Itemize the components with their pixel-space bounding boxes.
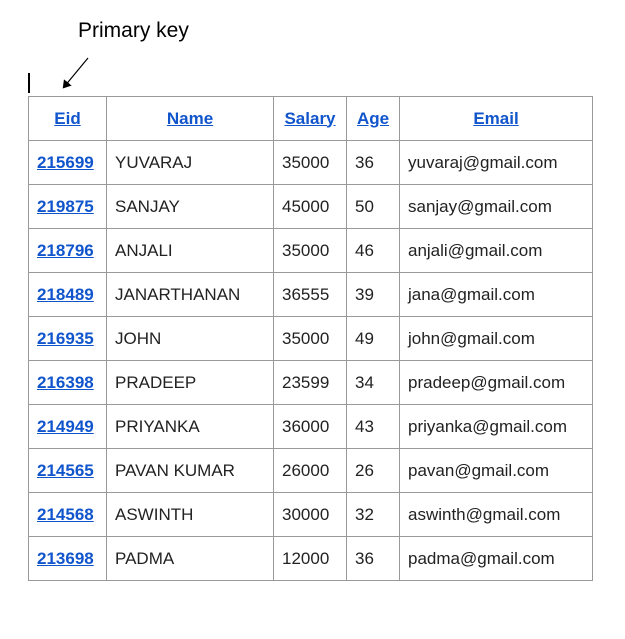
salary-cell: 45000 bbox=[273, 184, 347, 229]
eid-link[interactable]: 218489 bbox=[37, 285, 94, 304]
salary-cell: 35000 bbox=[273, 228, 347, 273]
header-eid[interactable]: Eid bbox=[28, 96, 107, 141]
age-cell: 43 bbox=[346, 404, 400, 449]
email-cell: sanjay@gmail.com bbox=[399, 184, 593, 229]
table-row: 216935 JOHN 35000 49 john@gmail.com bbox=[28, 316, 593, 361]
header-email-link[interactable]: Email bbox=[473, 109, 518, 128]
header-eid-link[interactable]: Eid bbox=[54, 109, 80, 128]
name-cell: JANARTHANAN bbox=[106, 272, 274, 317]
salary-cell: 26000 bbox=[273, 448, 347, 493]
salary-cell: 35000 bbox=[273, 140, 347, 185]
eid-cell[interactable]: 214949 bbox=[28, 404, 107, 449]
employee-table: Eid Name Salary Age Email 215699 YUVARAJ… bbox=[28, 96, 593, 581]
eid-link[interactable]: 215699 bbox=[37, 153, 94, 172]
table-row: 214949 PRIYANKA 36000 43 priyanka@gmail.… bbox=[28, 404, 593, 449]
salary-cell: 36555 bbox=[273, 272, 347, 317]
name-cell: SANJAY bbox=[106, 184, 274, 229]
eid-link[interactable]: 214568 bbox=[37, 505, 94, 524]
eid-cell[interactable]: 219875 bbox=[28, 184, 107, 229]
eid-link[interactable]: 216398 bbox=[37, 373, 94, 392]
salary-cell: 36000 bbox=[273, 404, 347, 449]
salary-cell: 30000 bbox=[273, 492, 347, 537]
email-cell: padma@gmail.com bbox=[399, 536, 593, 581]
salary-cell: 12000 bbox=[273, 536, 347, 581]
age-cell: 36 bbox=[346, 140, 400, 185]
age-cell: 49 bbox=[346, 316, 400, 361]
eid-cell[interactable]: 214565 bbox=[28, 448, 107, 493]
age-cell: 36 bbox=[346, 536, 400, 581]
email-cell: priyanka@gmail.com bbox=[399, 404, 593, 449]
age-cell: 32 bbox=[346, 492, 400, 537]
table-row: 214568 ASWINTH 30000 32 aswinth@gmail.co… bbox=[28, 492, 593, 537]
header-age-link[interactable]: Age bbox=[357, 109, 389, 128]
eid-link[interactable]: 214949 bbox=[37, 417, 94, 436]
primary-key-annotation: Primary key bbox=[78, 19, 189, 42]
table-row: 216398 PRADEEP 23599 34 pradeep@gmail.co… bbox=[28, 360, 593, 405]
table-row: 219875 SANJAY 45000 50 sanjay@gmail.com bbox=[28, 184, 593, 229]
annotation-arrow bbox=[62, 57, 89, 89]
name-cell: ANJALI bbox=[106, 228, 274, 273]
salary-cell: 35000 bbox=[273, 316, 347, 361]
name-cell: YUVARAJ bbox=[106, 140, 274, 185]
annotation-arrow-line bbox=[62, 57, 89, 89]
table-row: 218489 JANARTHANAN 36555 39 jana@gmail.c… bbox=[28, 272, 593, 317]
name-cell: JOHN bbox=[106, 316, 274, 361]
email-cell: pradeep@gmail.com bbox=[399, 360, 593, 405]
name-cell: PRIYANKA bbox=[106, 404, 274, 449]
email-cell: john@gmail.com bbox=[399, 316, 593, 361]
eid-link[interactable]: 213698 bbox=[37, 549, 94, 568]
header-name[interactable]: Name bbox=[106, 96, 274, 141]
age-cell: 26 bbox=[346, 448, 400, 493]
eid-link[interactable]: 214565 bbox=[37, 461, 94, 480]
eid-link[interactable]: 218796 bbox=[37, 241, 94, 260]
name-cell: PAVAN KUMAR bbox=[106, 448, 274, 493]
age-cell: 34 bbox=[346, 360, 400, 405]
table-header-row: Eid Name Salary Age Email bbox=[28, 96, 593, 141]
table-row: 215699 YUVARAJ 35000 36 yuvaraj@gmail.co… bbox=[28, 140, 593, 185]
table-row: 214565 PAVAN KUMAR 26000 26 pavan@gmail.… bbox=[28, 448, 593, 493]
eid-cell[interactable]: 216398 bbox=[28, 360, 107, 405]
eid-cell[interactable]: 215699 bbox=[28, 140, 107, 185]
eid-cell[interactable]: 213698 bbox=[28, 536, 107, 581]
eid-link[interactable]: 219875 bbox=[37, 197, 94, 216]
table-row: 218796 ANJALI 35000 46 anjali@gmail.com bbox=[28, 228, 593, 273]
header-salary-link[interactable]: Salary bbox=[284, 109, 335, 128]
header-age[interactable]: Age bbox=[346, 96, 400, 141]
header-name-link[interactable]: Name bbox=[167, 109, 213, 128]
age-cell: 50 bbox=[346, 184, 400, 229]
text-cursor bbox=[28, 73, 30, 93]
email-cell: aswinth@gmail.com bbox=[399, 492, 593, 537]
age-cell: 46 bbox=[346, 228, 400, 273]
eid-cell[interactable]: 216935 bbox=[28, 316, 107, 361]
email-cell: yuvaraj@gmail.com bbox=[399, 140, 593, 185]
eid-link[interactable]: 216935 bbox=[37, 329, 94, 348]
eid-cell[interactable]: 218796 bbox=[28, 228, 107, 273]
salary-cell: 23599 bbox=[273, 360, 347, 405]
eid-cell[interactable]: 214568 bbox=[28, 492, 107, 537]
eid-cell[interactable]: 218489 bbox=[28, 272, 107, 317]
email-cell: jana@gmail.com bbox=[399, 272, 593, 317]
age-cell: 39 bbox=[346, 272, 400, 317]
email-cell: pavan@gmail.com bbox=[399, 448, 593, 493]
name-cell: ASWINTH bbox=[106, 492, 274, 537]
name-cell: PRADEEP bbox=[106, 360, 274, 405]
header-email[interactable]: Email bbox=[399, 96, 593, 141]
email-cell: anjali@gmail.com bbox=[399, 228, 593, 273]
table-row: 213698 PADMA 12000 36 padma@gmail.com bbox=[28, 536, 593, 581]
header-salary[interactable]: Salary bbox=[273, 96, 347, 141]
name-cell: PADMA bbox=[106, 536, 274, 581]
